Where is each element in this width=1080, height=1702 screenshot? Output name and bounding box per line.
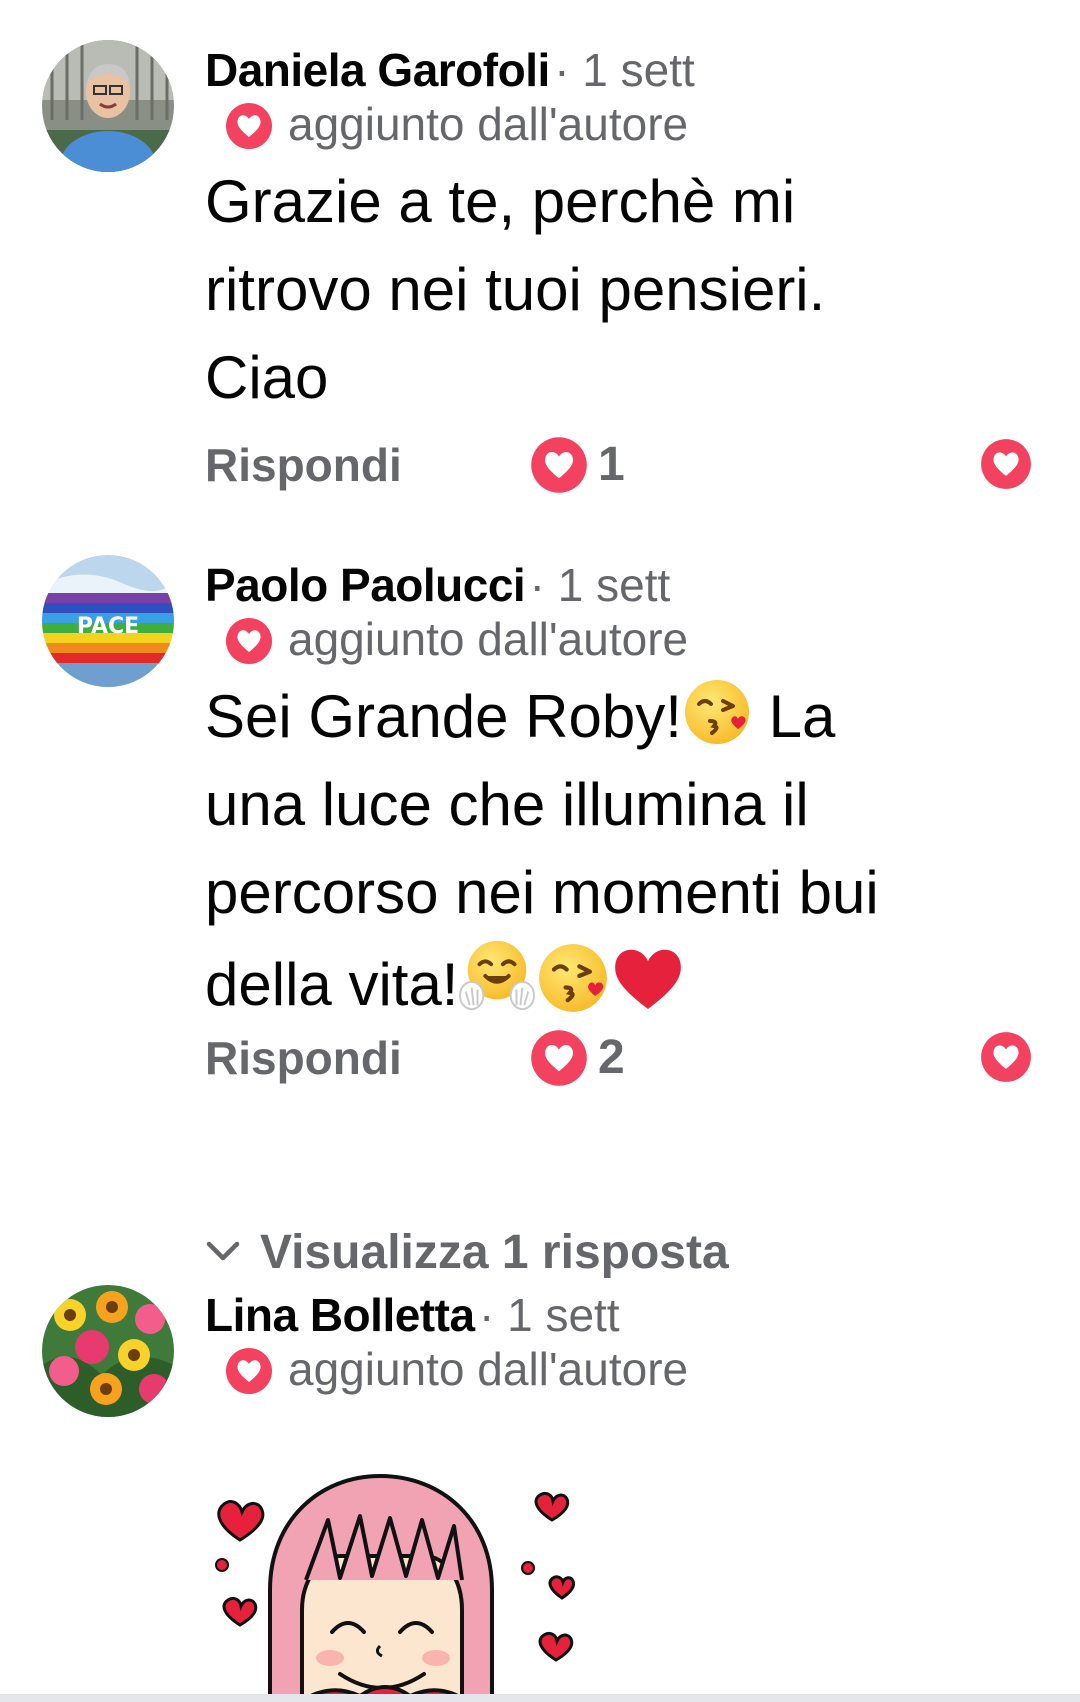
red-heart-emoji-icon <box>615 949 682 1009</box>
comment-text: Sei Grande Roby! La una luce che illumin… <box>205 673 1025 1029</box>
comment-actions: Rispondi 1 <box>205 430 1035 500</box>
chevron-down-icon <box>206 1241 240 1261</box>
pink-hair-girl-hearts-sticker-icon[interactable] <box>210 1460 620 1702</box>
comment-time[interactable]: · 1 sett <box>530 559 671 611</box>
like-heart-button-icon[interactable] <box>980 438 1032 490</box>
comment-text-segment: Sei Grande Roby! <box>205 683 682 750</box>
comment-text-segment: La <box>751 683 836 750</box>
comment-time[interactable]: · 1 sett <box>479 1289 620 1341</box>
added-by-author-label: aggiunto dall'autore <box>288 1343 689 1395</box>
author-name[interactable]: Lina Bolletta <box>205 1289 475 1341</box>
love-heart-icon <box>530 1029 588 1087</box>
view-replies-label: Visualizza 1 risposta <box>260 1226 729 1279</box>
avatar-lina-bolletta[interactable] <box>42 1285 174 1417</box>
flowers-bouquet-avatar-icon <box>42 1285 174 1417</box>
like-heart-button-icon[interactable] <box>980 1031 1032 1083</box>
comment-text-line: ritrovo nei tuoi pensieri. <box>205 256 826 323</box>
heart-badge-icon <box>225 102 273 150</box>
comment-text-line: percorso nei momenti bui <box>205 859 879 926</box>
comment-text-line: una luce che illumina il <box>205 771 809 838</box>
reaction-count: 1 <box>598 438 625 491</box>
face-blowing-kiss-emoji-icon <box>536 941 610 1015</box>
bottom-divider <box>0 1694 1080 1702</box>
heart-badge-icon <box>225 617 273 665</box>
comment-time[interactable]: · 1 sett <box>554 44 695 96</box>
comment-text-line: Ciao <box>205 344 329 411</box>
pace-flag-text: PACE <box>77 614 139 639</box>
comment-text-line: Grazie a te, perchè mi <box>205 168 796 235</box>
reaction-count: 2 <box>598 1031 625 1084</box>
added-by-author-label: aggiunto dall'autore <box>288 98 689 150</box>
comment-actions: Rispondi 2 <box>205 1023 1035 1093</box>
comment-text: Grazie a te, perchè mi ritrovo nei tuoi … <box>205 158 1025 422</box>
love-heart-icon <box>530 436 588 494</box>
hugging-face-emoji-icon <box>458 937 536 1015</box>
avatar-paolo-paolucci[interactable]: PACE <box>42 555 174 687</box>
author-name[interactable]: Daniela Garofoli <box>205 44 550 96</box>
author-name[interactable]: Paolo Paolucci <box>205 559 526 611</box>
comment-text-line: della vita! <box>205 937 1025 1029</box>
face-blowing-kiss-emoji-icon <box>682 677 752 747</box>
added-by-author-label: aggiunto dall'autore <box>288 613 689 665</box>
comment-text-line: Sei Grande Roby! La <box>205 673 1025 761</box>
rainbow-pace-flag-avatar-icon: PACE <box>42 555 174 687</box>
comment-text-segment: della vita! <box>205 951 459 1018</box>
reply-button[interactable]: Rispondi <box>205 1023 402 1093</box>
person-photo-avatar-icon <box>42 40 174 172</box>
heart-badge-icon <box>225 1347 273 1395</box>
avatar-daniela-garofoli[interactable] <box>42 40 174 172</box>
reply-button[interactable]: Rispondi <box>205 430 402 500</box>
